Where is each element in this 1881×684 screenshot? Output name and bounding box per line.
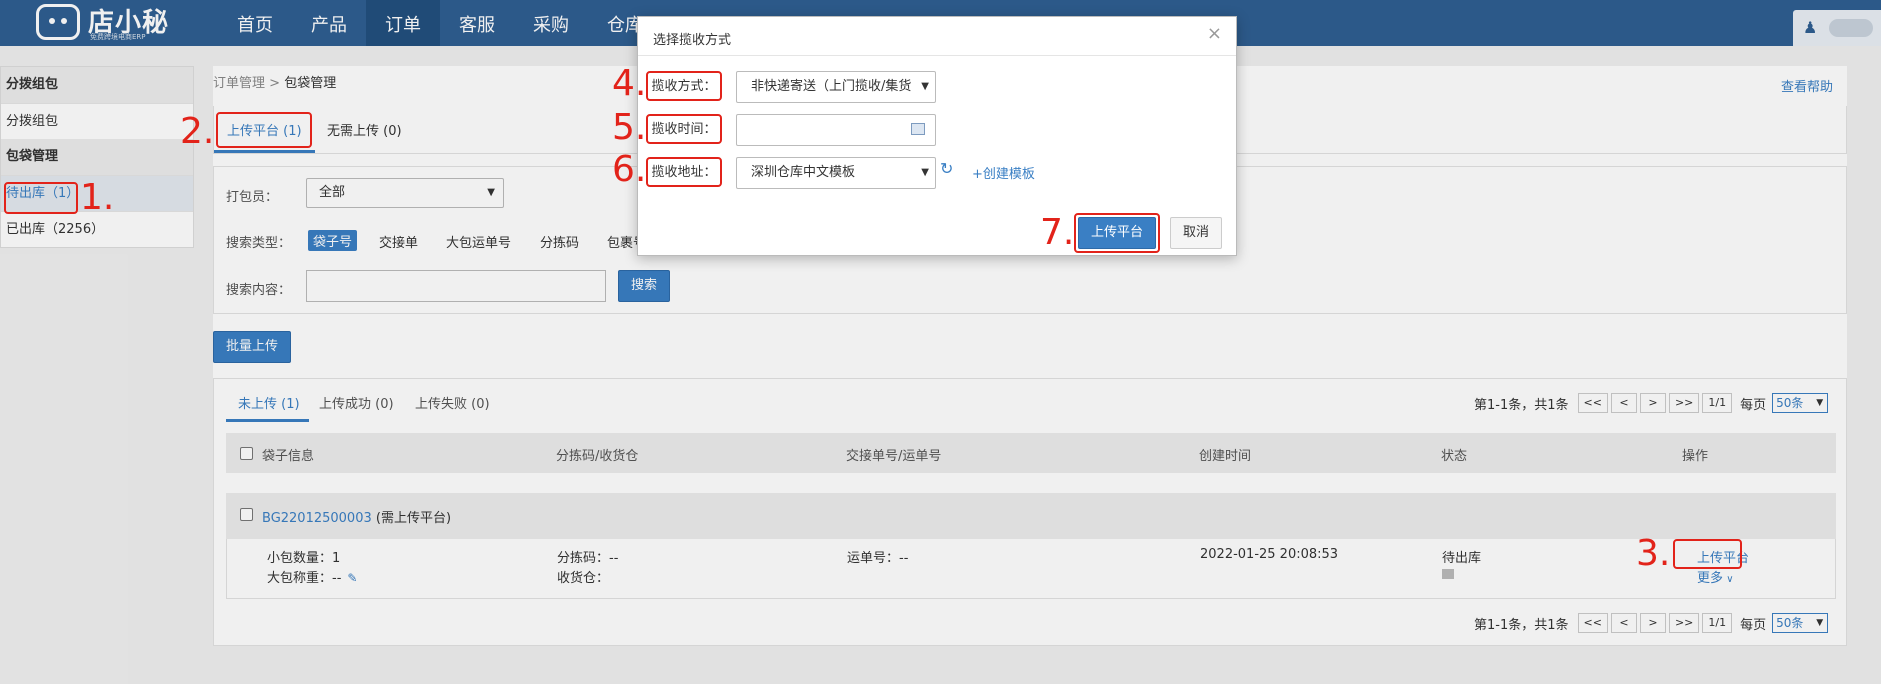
dialog-title: 选择揽收方式 (653, 33, 732, 48)
annotation-number-4: 4. (612, 63, 647, 104)
chevron-down-icon: ▼ (917, 158, 929, 188)
annotation-box-2 (216, 112, 312, 148)
annotation-number-2: 2. (180, 111, 215, 152)
dialog-divider (638, 55, 1236, 56)
pickup-address-label: 揽收地址： (646, 157, 722, 187)
create-template-link[interactable]: +创建模板 (972, 163, 1035, 182)
annotation-number-1: 1. (80, 177, 115, 218)
pickup-address-value: 深圳仓库中文模板 (751, 165, 856, 180)
annotation-number-6: 6. (612, 149, 647, 190)
annotation-number-7: 7. (1040, 212, 1075, 253)
upload-platform-button[interactable]: 上传平台 (1078, 217, 1156, 249)
pickup-method-label: 揽收方式： (646, 71, 722, 101)
annotation-number-5: 5. (612, 107, 647, 148)
pickup-time-label: 揽收时间： (646, 114, 722, 144)
refresh-icon[interactable]: ↻ (940, 159, 953, 178)
pickup-address-select[interactable]: 深圳仓库中文模板 ▼ (736, 157, 936, 189)
annotation-number-3: 3. (1636, 533, 1671, 574)
pickup-method-dialog: 选择揽收方式 × 揽收方式： 非快递寄送（上门揽收/集货 ▼ 揽收时间： 揽收地… (637, 16, 1237, 256)
pickup-time-input[interactable] (736, 114, 936, 146)
close-icon[interactable]: × (1207, 23, 1222, 44)
chevron-down-icon: ▼ (917, 72, 929, 102)
pickup-method-value: 非快递寄送（上门揽收/集货 (751, 79, 912, 94)
annotation-box-3 (1673, 539, 1742, 569)
annotation-box-1 (4, 182, 78, 214)
calendar-icon[interactable] (911, 123, 925, 135)
cancel-button[interactable]: 取消 (1170, 217, 1222, 249)
pickup-method-select[interactable]: 非快递寄送（上门揽收/集货 ▼ (736, 71, 936, 103)
